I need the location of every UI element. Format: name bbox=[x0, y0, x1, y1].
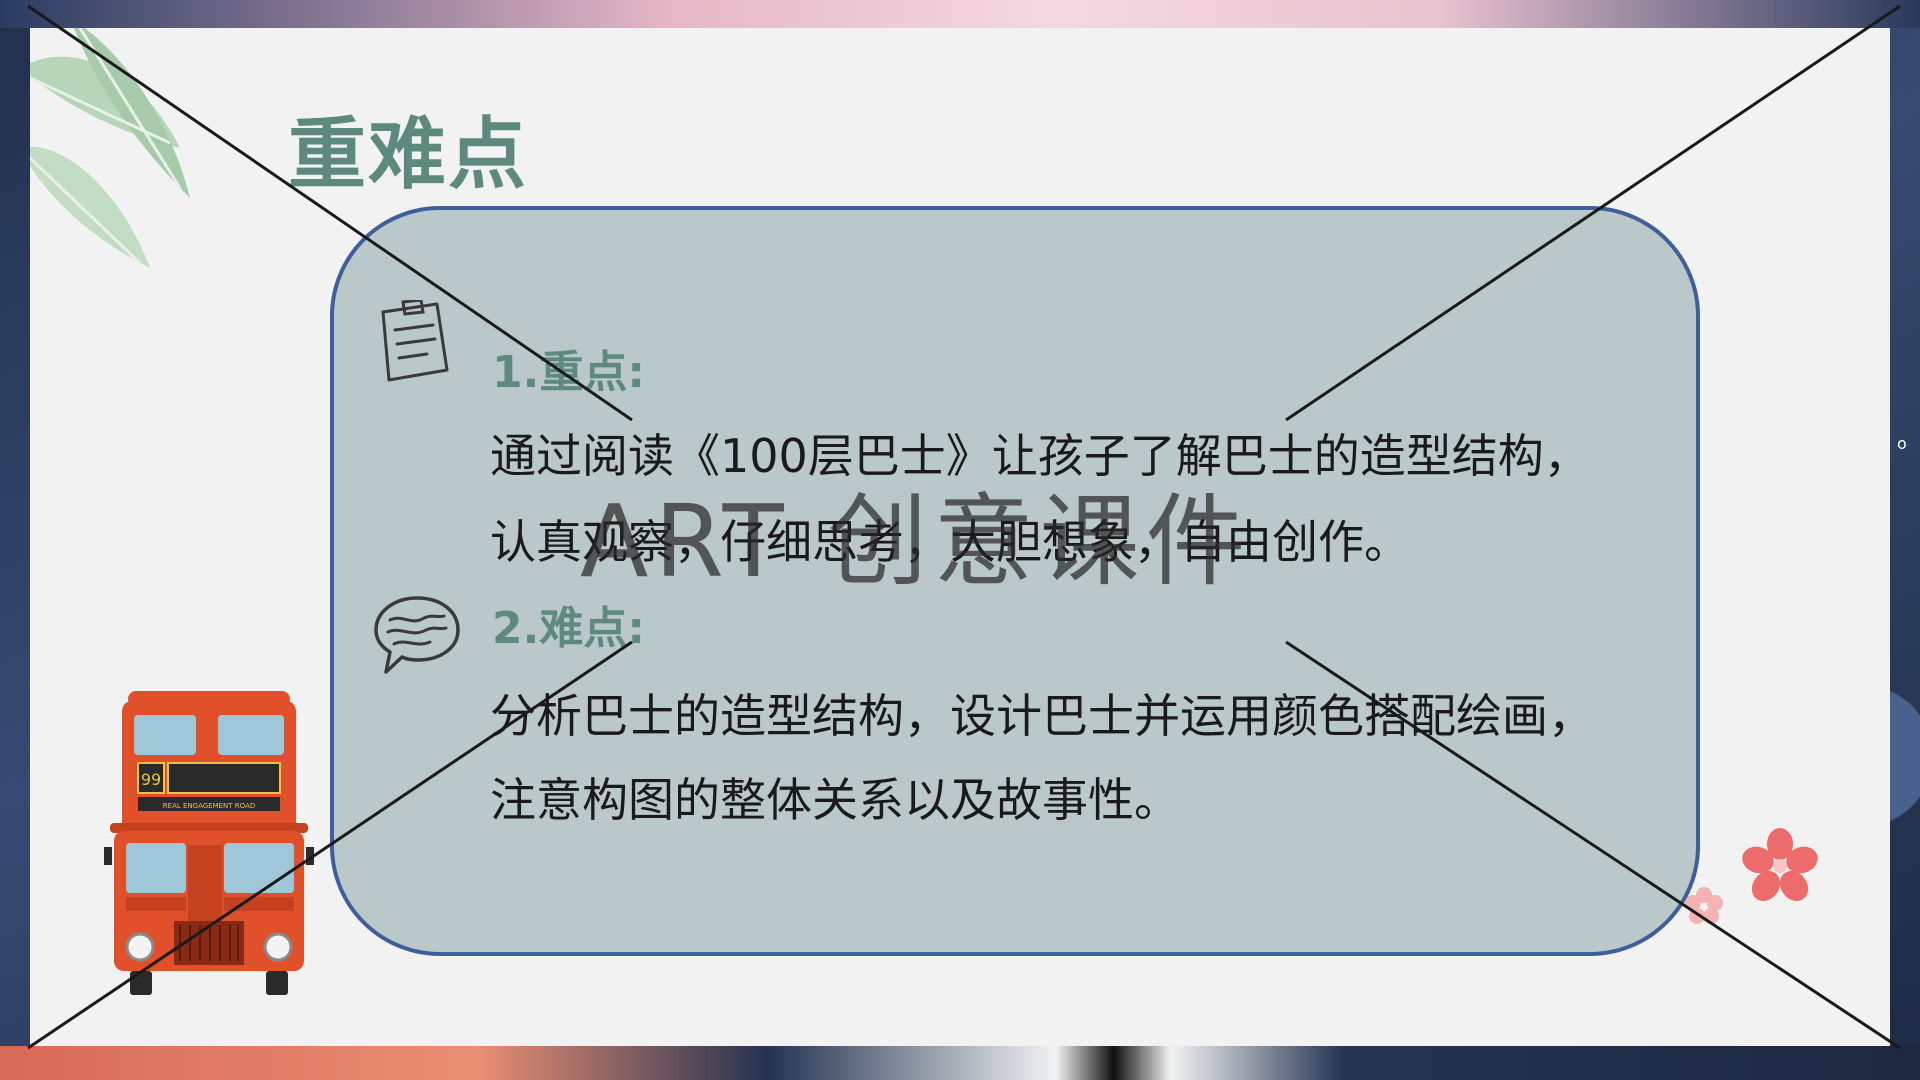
section-heading-key-points: 1.重点: bbox=[492, 347, 645, 398]
difficulties-line-1: 分析巴士的造型结构，设计巴士并运用颜色搭配绘画， bbox=[490, 689, 1594, 743]
bottom-decorative-strip bbox=[0, 1046, 1920, 1080]
page-title: 重难点 bbox=[288, 110, 529, 200]
double-decker-bus-icon: 99 REAL ENGAGEMENT ROAD bbox=[104, 691, 314, 995]
leaf-decoration-icon bbox=[30, 28, 190, 268]
bus-road-sign: REAL ENGAGEMENT ROAD bbox=[163, 802, 255, 810]
watermark-text: ART 创意课件 bbox=[580, 483, 1252, 600]
edge-mark: o bbox=[1897, 434, 1907, 453]
speech-bubble-icon bbox=[374, 596, 460, 674]
bus-route-number: 99 bbox=[141, 770, 161, 789]
flower-icon bbox=[1742, 828, 1818, 902]
difficulties-line-2: 注意构图的整体关系以及故事性。 bbox=[490, 773, 1180, 827]
notepad-icon bbox=[381, 300, 449, 382]
small-flower-icon bbox=[1685, 887, 1723, 924]
top-decorative-strip bbox=[0, 0, 1920, 28]
